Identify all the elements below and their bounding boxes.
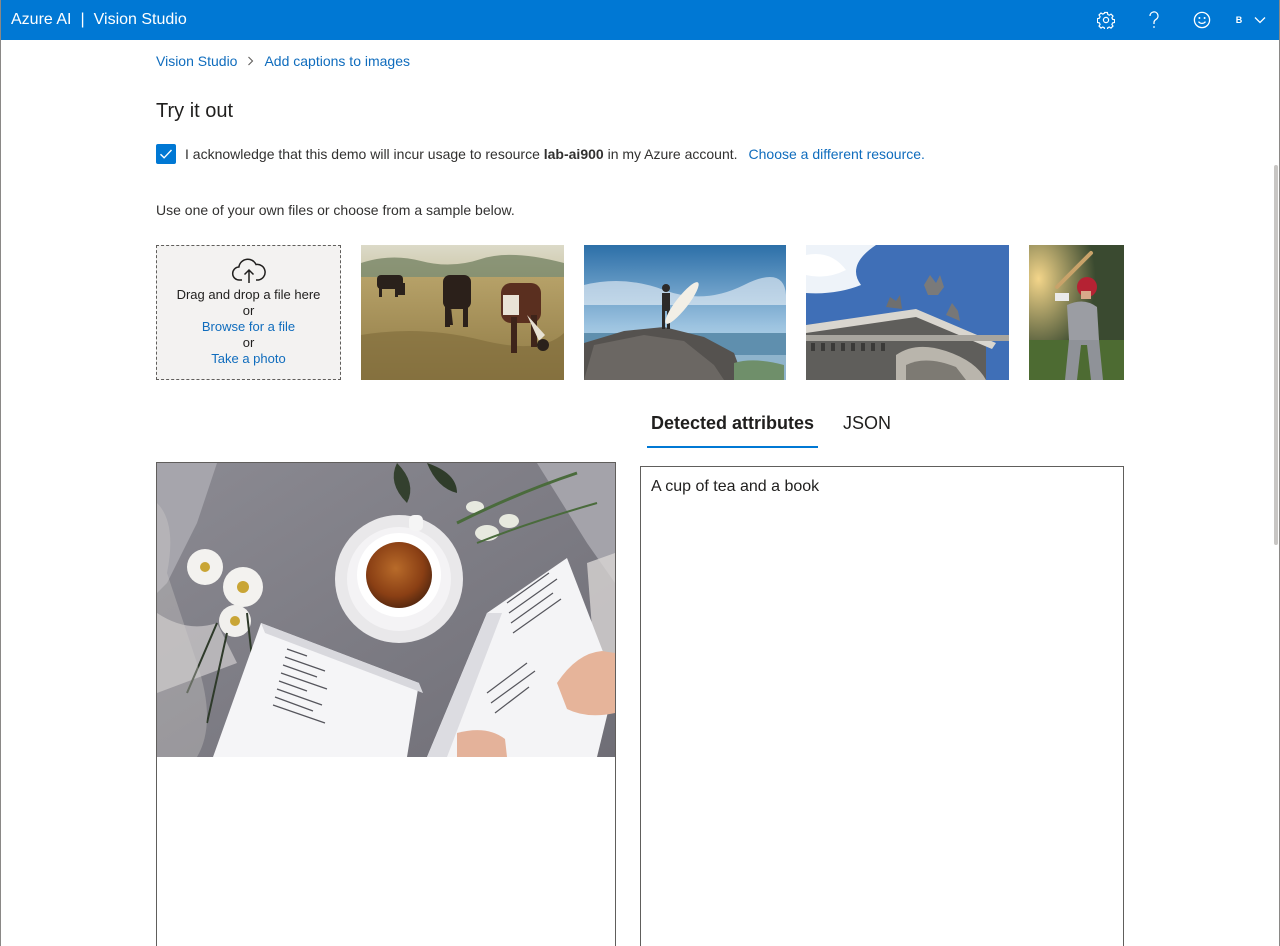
acknowledge-checkbox[interactable] (156, 144, 176, 164)
selected-image (157, 463, 615, 757)
upload-dropzone[interactable]: Drag and drop a file here or Browse for … (156, 245, 341, 380)
choose-resource-link[interactable]: Choose a different resource. (749, 146, 925, 162)
tab-detected-attributes[interactable]: Detected attributes (647, 413, 819, 448)
gear-icon (1097, 11, 1115, 29)
account-menu[interactable]: B (1226, 0, 1280, 40)
page-title: Try it out (156, 100, 234, 122)
acknowledge-text: I acknowledge that this demo will incur … (185, 146, 540, 162)
acknowledge-row: I acknowledge that this demo will incur … (156, 143, 925, 165)
take-photo-link[interactable]: Take a photo (211, 351, 285, 367)
app-brand[interactable]: Azure AI | Vision Studio (0, 11, 187, 29)
browse-file-link[interactable]: Browse for a file (202, 319, 295, 335)
product-name: Vision Studio (93, 11, 187, 28)
chevron-down-icon (1254, 17, 1266, 24)
result-tabs: Detected attributes JSON (647, 413, 916, 449)
sample-image-baseball[interactable] (1029, 245, 1124, 380)
checkmark-icon (160, 149, 173, 159)
settings-button[interactable] (1082, 0, 1130, 40)
help-button[interactable] (1130, 0, 1178, 40)
top-actions: B (1082, 0, 1280, 40)
sample-image-surfer[interactable] (584, 245, 786, 380)
brand-separator: | (80, 11, 85, 28)
caption-result: A cup of tea and a book (651, 478, 820, 495)
smiley-icon (1193, 11, 1211, 29)
breadcrumb-vision-studio[interactable]: Vision Studio (156, 53, 237, 69)
brand-name: Azure AI (11, 11, 72, 28)
drag-drop-text: Drag and drop a file here (176, 287, 321, 302)
breadcrumb: Vision Studio Add captions to images (156, 52, 410, 70)
tab-json[interactable]: JSON (839, 413, 895, 448)
or-text: or (242, 335, 255, 350)
or-text: or (242, 303, 255, 318)
avatar: B (1235, 15, 1243, 25)
cloud-upload-icon (231, 258, 266, 283)
page-scrollbar[interactable] (1274, 165, 1278, 545)
sample-image-cows[interactable] (361, 245, 564, 380)
acknowledge-text-after: in my Azure account. (607, 146, 738, 162)
feedback-button[interactable] (1178, 0, 1226, 40)
samples-hint: Use one of your own files or choose from… (156, 202, 515, 218)
sample-image-building[interactable] (806, 245, 1009, 380)
top-bar: Azure AI | Vision Studio B (0, 0, 1280, 40)
detected-attributes-panel: A cup of tea and a book (640, 466, 1124, 946)
help-icon (1149, 11, 1159, 28)
chevron-right-icon (247, 56, 254, 66)
selected-image-panel (156, 462, 616, 946)
breadcrumb-current[interactable]: Add captions to images (264, 53, 410, 69)
resource-name: lab-ai900 (543, 146, 604, 162)
